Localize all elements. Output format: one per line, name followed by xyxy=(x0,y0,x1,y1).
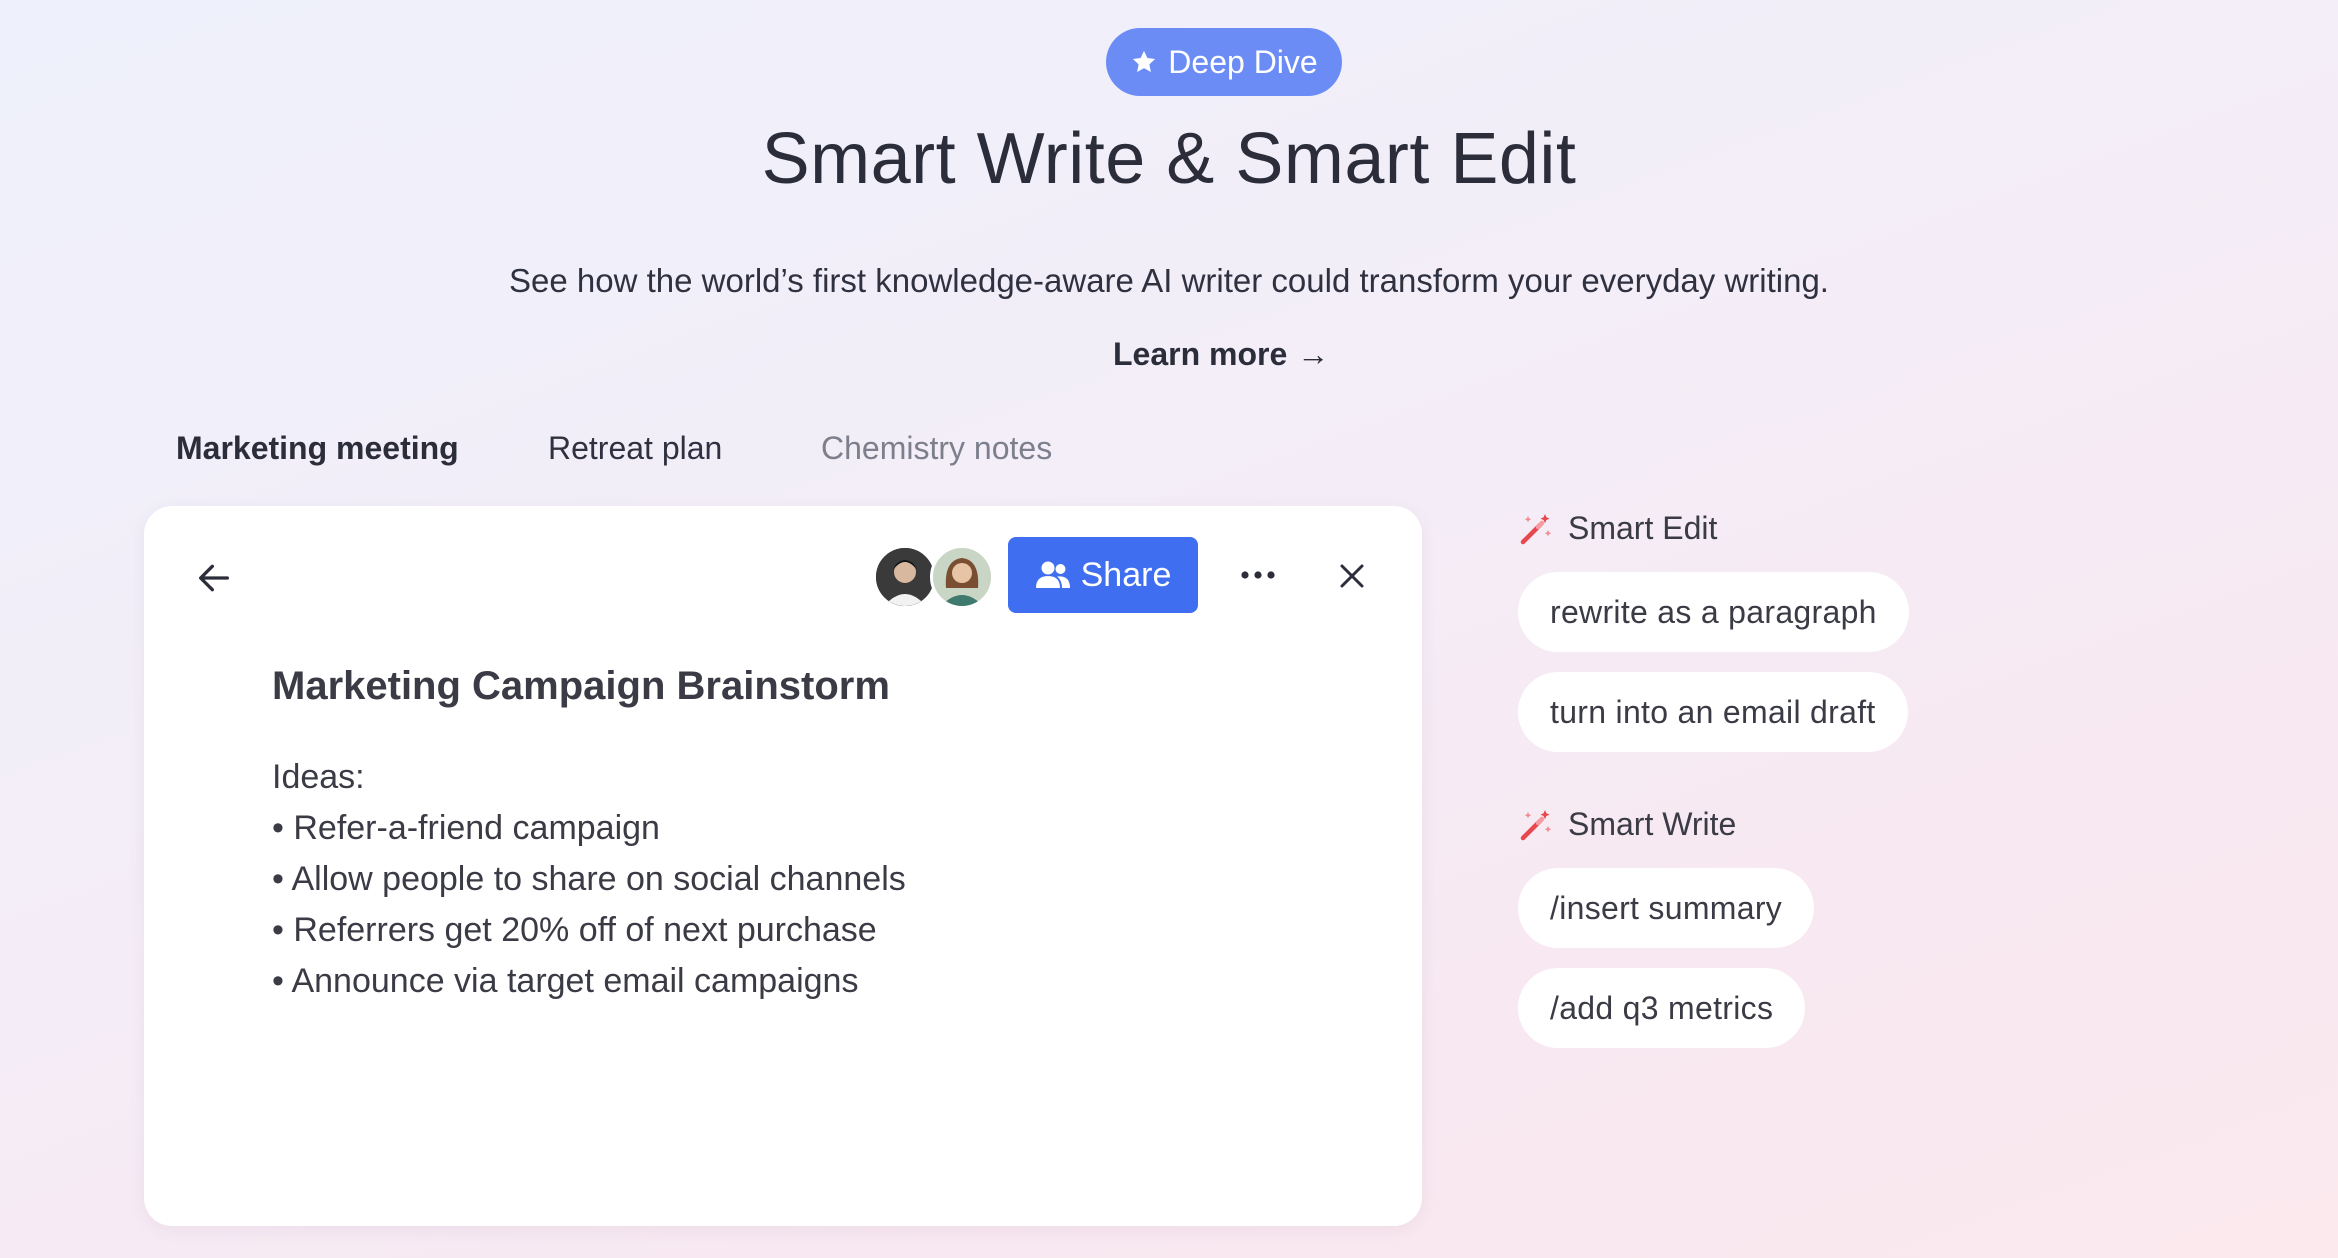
star-icon xyxy=(1133,50,1156,73)
magic-wand-icon xyxy=(1520,809,1552,840)
close-button[interactable] xyxy=(1324,548,1380,604)
users-icon xyxy=(1035,561,1070,588)
document-body[interactable]: Ideas: • Refer-a-friend campaign • Allow… xyxy=(272,752,906,1007)
arrow-right-icon: → xyxy=(1297,336,1330,372)
user-avatar-icon xyxy=(876,548,934,606)
document-bullet: • Allow people to share on social channe… xyxy=(272,860,906,898)
learn-more-label: Learn more xyxy=(1113,336,1288,372)
smart-edit-label: Smart Edit xyxy=(1568,510,1718,546)
page-title: Smart Write & Smart Edit xyxy=(761,119,1577,199)
document-line: Ideas: xyxy=(272,758,365,796)
share-button[interactable]: Share xyxy=(1008,537,1198,613)
document-title[interactable]: Marketing Campaign Brainstorm xyxy=(272,664,890,709)
deep-dive-badge[interactable]: Deep Dive xyxy=(1106,28,1342,96)
more-horizontal-icon xyxy=(1241,571,1275,579)
smart-write-heading: Smart Write xyxy=(1518,806,1736,843)
smart-write-chip-summary[interactable]: /insert summary xyxy=(1518,868,1815,948)
document-bullet: • Announce via target email campaigns xyxy=(272,962,859,1000)
arrow-left-icon xyxy=(199,564,229,592)
smart-edit-chip-rewrite[interactable]: rewrite as a paragraph xyxy=(1518,572,1909,652)
share-label: Share xyxy=(1080,555,1172,594)
back-button[interactable] xyxy=(186,550,242,606)
tab-chemistry-notes[interactable]: Chemistry notes xyxy=(821,430,1052,467)
avatar[interactable] xyxy=(873,545,937,609)
magic-wand-icon xyxy=(1520,513,1552,544)
smart-edit-heading: Smart Edit xyxy=(1518,510,1717,547)
close-icon xyxy=(1340,564,1364,588)
user-avatar-icon xyxy=(933,548,991,606)
tab-marketing-meeting[interactable]: Marketing meeting xyxy=(176,430,459,467)
smart-edit-chip-email[interactable]: turn into an email draft xyxy=(1518,672,1908,752)
more-options-button[interactable] xyxy=(1230,550,1286,600)
avatar[interactable] xyxy=(930,545,994,609)
document-bullet: • Refer-a-friend campaign xyxy=(272,809,660,847)
learn-more-link[interactable]: Learn more → xyxy=(1113,336,1329,373)
badge-label: Deep Dive xyxy=(1168,43,1318,80)
tab-retreat-plan[interactable]: Retreat plan xyxy=(548,430,722,467)
smart-write-label: Smart Write xyxy=(1568,806,1737,842)
document-bullet: • Referrers get 20% off of next purchase xyxy=(272,911,877,949)
page-subtitle: See how the world’s first knowledge-awar… xyxy=(509,262,1829,299)
smart-write-chip-metrics[interactable]: /add q3 metrics xyxy=(1518,968,1806,1048)
